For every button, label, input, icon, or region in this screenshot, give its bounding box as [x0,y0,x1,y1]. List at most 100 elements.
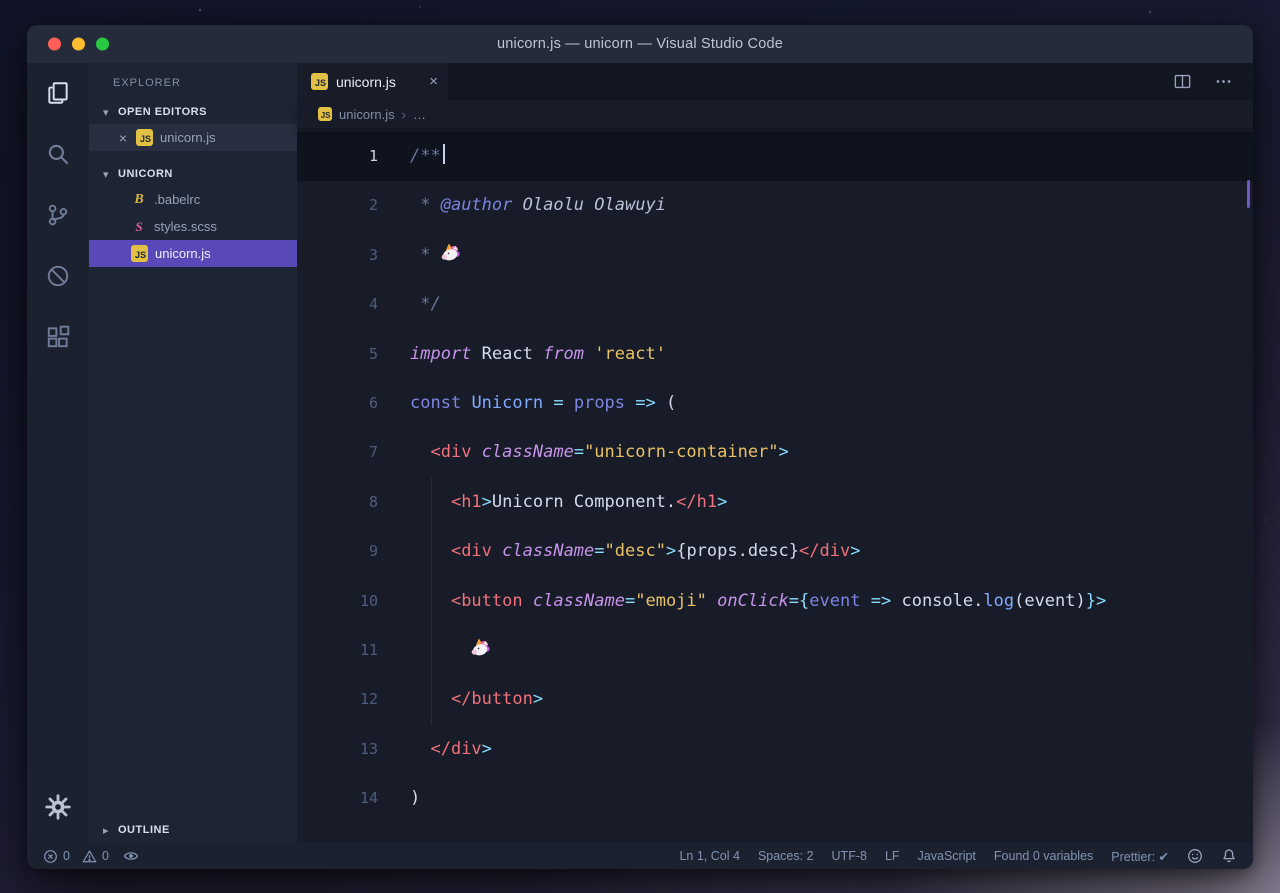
code-token: > [533,689,543,709]
status-indentation[interactable]: Spaces: 2 [758,849,814,863]
code-token: Unicorn [471,393,543,413]
babel-icon: B [131,192,147,208]
code-line-10[interactable]: 10 <button className="emoji" onClick={ev… [297,577,1253,626]
code-line-12[interactable]: 12 </button> [297,675,1253,724]
tab-unicorn-js[interactable]: JS unicorn.js × [297,63,449,100]
code-line-13[interactable]: 13 </div> [297,725,1253,774]
code-line-7[interactable]: 7 <div className="unicorn-container"> [297,428,1253,477]
title-bar: unicorn.js — unicorn — Visual Studio Cod… [27,25,1253,63]
code-line-6[interactable]: 6const Unicorn = props => ( [297,379,1253,428]
search-icon[interactable] [38,134,78,174]
activity-bar [27,63,89,843]
extensions-icon[interactable] [38,317,78,357]
feedback-smiley-icon[interactable] [1187,848,1203,864]
more-actions-icon[interactable] [1214,72,1233,91]
status-variables[interactable]: Found 0 variables [994,849,1093,863]
code-token [410,442,430,462]
line-number: 6 [297,379,378,428]
folder-name-label: UNICORN [118,168,173,180]
code-line-5[interactable]: 5import React from 'react' [297,330,1253,379]
js-file-icon: JS [311,73,328,90]
code-token: = [553,393,563,413]
open-editor-item-unicorn-js[interactable]: × JS unicorn.js [89,124,297,151]
minimize-window-button[interactable] [72,38,85,51]
close-window-button[interactable] [48,38,61,51]
code-token [512,195,522,215]
file-item-babelrc[interactable]: B .babelrc [89,186,297,213]
sidebar-title: EXPLORER [89,63,297,89]
code-editor[interactable]: 1/**2 * @author Olaolu Olawuyi3 * 4 */5i… [297,128,1253,843]
code-token: <div [451,541,492,561]
code-token: "desc" [605,541,666,561]
notifications-bell-icon[interactable] [1221,848,1237,864]
code-line-4[interactable]: 4 */ [297,280,1253,329]
source-control-icon[interactable] [38,195,78,235]
code-line-2[interactable]: 2 * @author Olaolu Olawuyi [297,181,1253,230]
code-token: </div [799,541,850,561]
warning-icon [82,849,97,864]
code-token: className [533,591,625,611]
code-text: /** [410,132,445,181]
file-name: .babelrc [154,192,200,207]
outline-section-header[interactable]: ▸ OUTLINE [89,817,297,843]
code-line-9[interactable]: 9 <div className="desc">{props.desc}</di… [297,527,1253,576]
code-text: * [410,231,462,280]
unicorn-emoji [441,245,462,265]
line-number: 10 [297,577,378,626]
code-token: </button [451,689,533,709]
explorer-icon[interactable] [38,73,78,113]
open-editors-header[interactable]: ▾ OPEN EDITORS [89,100,297,124]
open-editor-filename: unicorn.js [160,130,216,145]
code-token [543,393,553,413]
code-text: <h1>Unicorn Component.</h1> [410,478,727,527]
status-cursor-position[interactable]: Ln 1, Col 4 [679,849,739,863]
code-text: import React from 'react' [410,330,666,379]
close-editor-icon[interactable]: × [117,130,129,146]
settings-gear-icon[interactable] [38,787,78,827]
code-token: 'react' [594,344,666,364]
status-bar: 0 0 Ln 1, Col 4 Spaces: 2 UTF-8 LF JavaScrip… [27,843,1253,869]
code-token [410,640,471,660]
status-encoding[interactable]: UTF-8 [832,849,867,863]
code-token: ( [656,393,676,413]
line-number: 13 [297,725,378,774]
code-line-8[interactable]: 8 <h1>Unicorn Component.</h1> [297,478,1253,527]
file-item-styles-scss[interactable]: S styles.scss [89,213,297,240]
status-prettier[interactable]: Prettier: ✔ [1111,849,1169,864]
code-token: > [1096,591,1106,611]
code-line-11[interactable]: 11 [297,626,1253,675]
code-token: log [983,591,1014,611]
code-text: <div className="desc">{props.desc}</div> [410,527,860,576]
breadcrumb-more[interactable]: … [413,107,426,122]
zoom-window-button[interactable] [96,38,109,51]
debug-disabled-icon[interactable] [38,256,78,296]
code-token: className [502,541,594,561]
code-token: "emoji" [635,591,707,611]
folder-section-header[interactable]: ▾ UNICORN [89,162,297,186]
line-number: 14 [297,774,378,823]
code-token: <button [451,591,523,611]
file-name: unicorn.js [155,246,211,261]
status-eol[interactable]: LF [885,849,900,863]
code-text: <button className="emoji" onClick={event… [410,577,1106,626]
line-number: 11 [297,626,378,675]
code-token: { [799,591,809,611]
eye-icon[interactable] [123,848,139,864]
split-editor-icon[interactable] [1173,72,1192,91]
code-token: /** [410,146,441,166]
close-tab-icon[interactable]: × [429,73,438,90]
file-item-unicorn-js[interactable]: JS unicorn.js [89,240,297,267]
code-line-14[interactable]: 14) [297,774,1253,823]
code-line-1[interactable]: 1/** [297,132,1253,181]
chevron-down-icon: ▾ [103,168,113,181]
code-line-3[interactable]: 3 * [297,231,1253,280]
problems-status[interactable]: 0 0 [43,849,109,864]
line-number: 12 [297,675,378,724]
status-language-mode[interactable]: JavaScript [918,849,976,863]
code-token: onClick [717,591,789,611]
sass-icon: S [131,219,147,235]
code-token [461,393,471,413]
breadcrumb-file[interactable]: unicorn.js [339,107,395,122]
code-token: ) [410,788,420,808]
js-file-icon: JS [136,129,153,146]
